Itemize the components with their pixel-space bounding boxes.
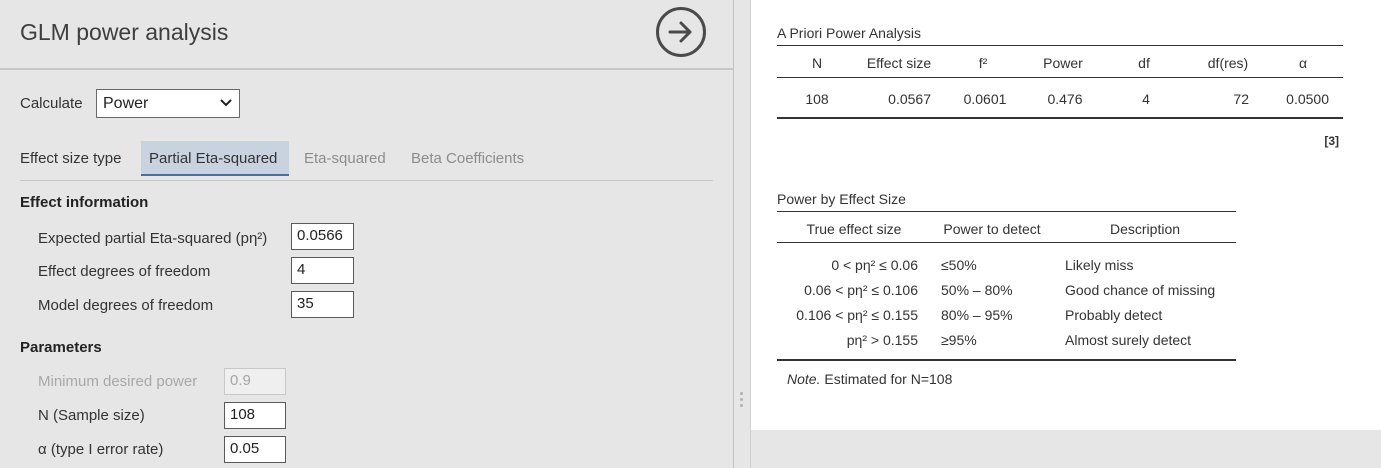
alpha-label: α (type I error rate) <box>38 441 164 458</box>
apriori-header-alpha: α <box>1298 55 1308 71</box>
model-df-input[interactable]: 35 <box>291 291 354 318</box>
apriori-header-dfres: df(res) <box>1207 55 1249 71</box>
tab-beta-coefficients[interactable]: Beta Coefficients <box>403 141 532 176</box>
note-label: Note. <box>787 371 821 387</box>
alpha-input[interactable]: 0.05 <box>224 436 286 463</box>
table-top-rule <box>777 211 1236 212</box>
pes-row-4-power: ≥95% <box>941 332 977 348</box>
pes-row-1-description: Likely miss <box>1065 257 1134 273</box>
table-header-rule <box>777 242 1236 243</box>
pes-row-3-range: 0.106 < pη² ≤ 0.155 <box>796 307 918 323</box>
pes-row-2-power: 50% – 80% <box>941 282 1013 298</box>
sample-size-label: N (Sample size) <box>38 407 145 424</box>
pes-row-4-description: Almost surely detect <box>1065 332 1192 348</box>
tabs-divider <box>20 180 713 181</box>
apriori-cell-power: 0.476 <box>1047 91 1083 107</box>
pes-header-description: Description <box>1109 221 1181 237</box>
run-analysis-button[interactable] <box>656 7 706 57</box>
options-panel: GLM power analysis Calculate Power Effec… <box>0 0 733 468</box>
apriori-cell-df: 4 <box>1142 91 1150 107</box>
power-by-es-table-title: Power by Effect Size <box>777 191 906 207</box>
apriori-header-f2: f² <box>978 55 988 71</box>
table-bottom-rule <box>777 117 1343 119</box>
apriori-header-power: Power <box>1043 55 1083 71</box>
table-top-rule <box>777 45 1343 46</box>
title-divider <box>0 68 733 70</box>
footnote-ref[interactable]: [3] <box>1319 134 1339 148</box>
pes-header-true-effect-size: True effect size <box>806 221 902 237</box>
apriori-header-n: N <box>811 55 823 71</box>
apriori-cell-f2: 0.0601 <box>963 91 1007 107</box>
apriori-header-df: df <box>1138 55 1150 71</box>
pes-row-4-range: pη² > 0.155 <box>846 332 918 348</box>
effect-information-heading: Effect information <box>20 194 149 211</box>
arrow-right-icon <box>668 21 692 43</box>
pes-row-3-description: Probably detect <box>1065 307 1163 323</box>
apriori-cell-alpha: 0.0500 <box>1286 91 1329 107</box>
pes-row-2-description: Good chance of missing <box>1065 282 1216 298</box>
table-bottom-rule <box>777 359 1236 361</box>
effect-df-label: Effect degrees of freedom <box>38 263 211 280</box>
apriori-cell-effect-size: 0.0567 <box>888 91 931 107</box>
calculate-select-value: Power <box>103 95 149 112</box>
expected-pes-label: Expected partial Eta-squared (pη²) <box>38 230 268 247</box>
calculate-label: Calculate <box>20 95 83 112</box>
model-df-label: Model degrees of freedom <box>38 297 214 314</box>
effect-size-type-label: Effect size type <box>20 150 122 167</box>
chevron-down-icon <box>220 99 232 107</box>
panel-title: GLM power analysis <box>20 19 229 45</box>
pes-row-1-range: 0 < pη² ≤ 0.06 <box>831 257 918 273</box>
min-power-label: Minimum desired power <box>38 373 198 390</box>
effect-df-input[interactable]: 4 <box>291 257 354 284</box>
note-text: Estimated for N=108 <box>820 371 953 387</box>
pes-row-3-power: 80% – 95% <box>941 307 1013 323</box>
panel-splitter[interactable] <box>733 0 751 468</box>
parameters-heading: Parameters <box>20 339 102 356</box>
table-note: Note. Estimated for N=108 <box>787 371 952 387</box>
tab-partial-eta-squared[interactable]: Partial Eta-squared <box>141 141 289 176</box>
pes-row-2-range: 0.06 < pη² ≤ 0.106 <box>804 282 918 298</box>
drag-handle-icon[interactable] <box>739 392 745 414</box>
tab-eta-squared[interactable]: Eta-squared <box>296 141 394 176</box>
apriori-table-title: A Priori Power Analysis <box>777 25 921 41</box>
pes-row-1-power: ≤50% <box>941 257 977 273</box>
pes-header-power-to-detect: Power to detect <box>943 221 1041 237</box>
apriori-header-effect-size: Effect size <box>866 55 932 71</box>
calculate-select[interactable]: Power <box>96 89 240 118</box>
apriori-cell-n: 108 <box>805 91 829 107</box>
apriori-cell-dfres: 72 <box>1233 91 1249 107</box>
table-header-rule <box>777 77 1343 78</box>
results-panel: A Priori Power Analysis N Effect size f²… <box>751 0 1381 430</box>
sample-size-input[interactable]: 108 <box>224 402 286 429</box>
expected-pes-input[interactable]: 0.0566 <box>291 223 354 250</box>
min-power-input: 0.9 <box>224 368 286 395</box>
